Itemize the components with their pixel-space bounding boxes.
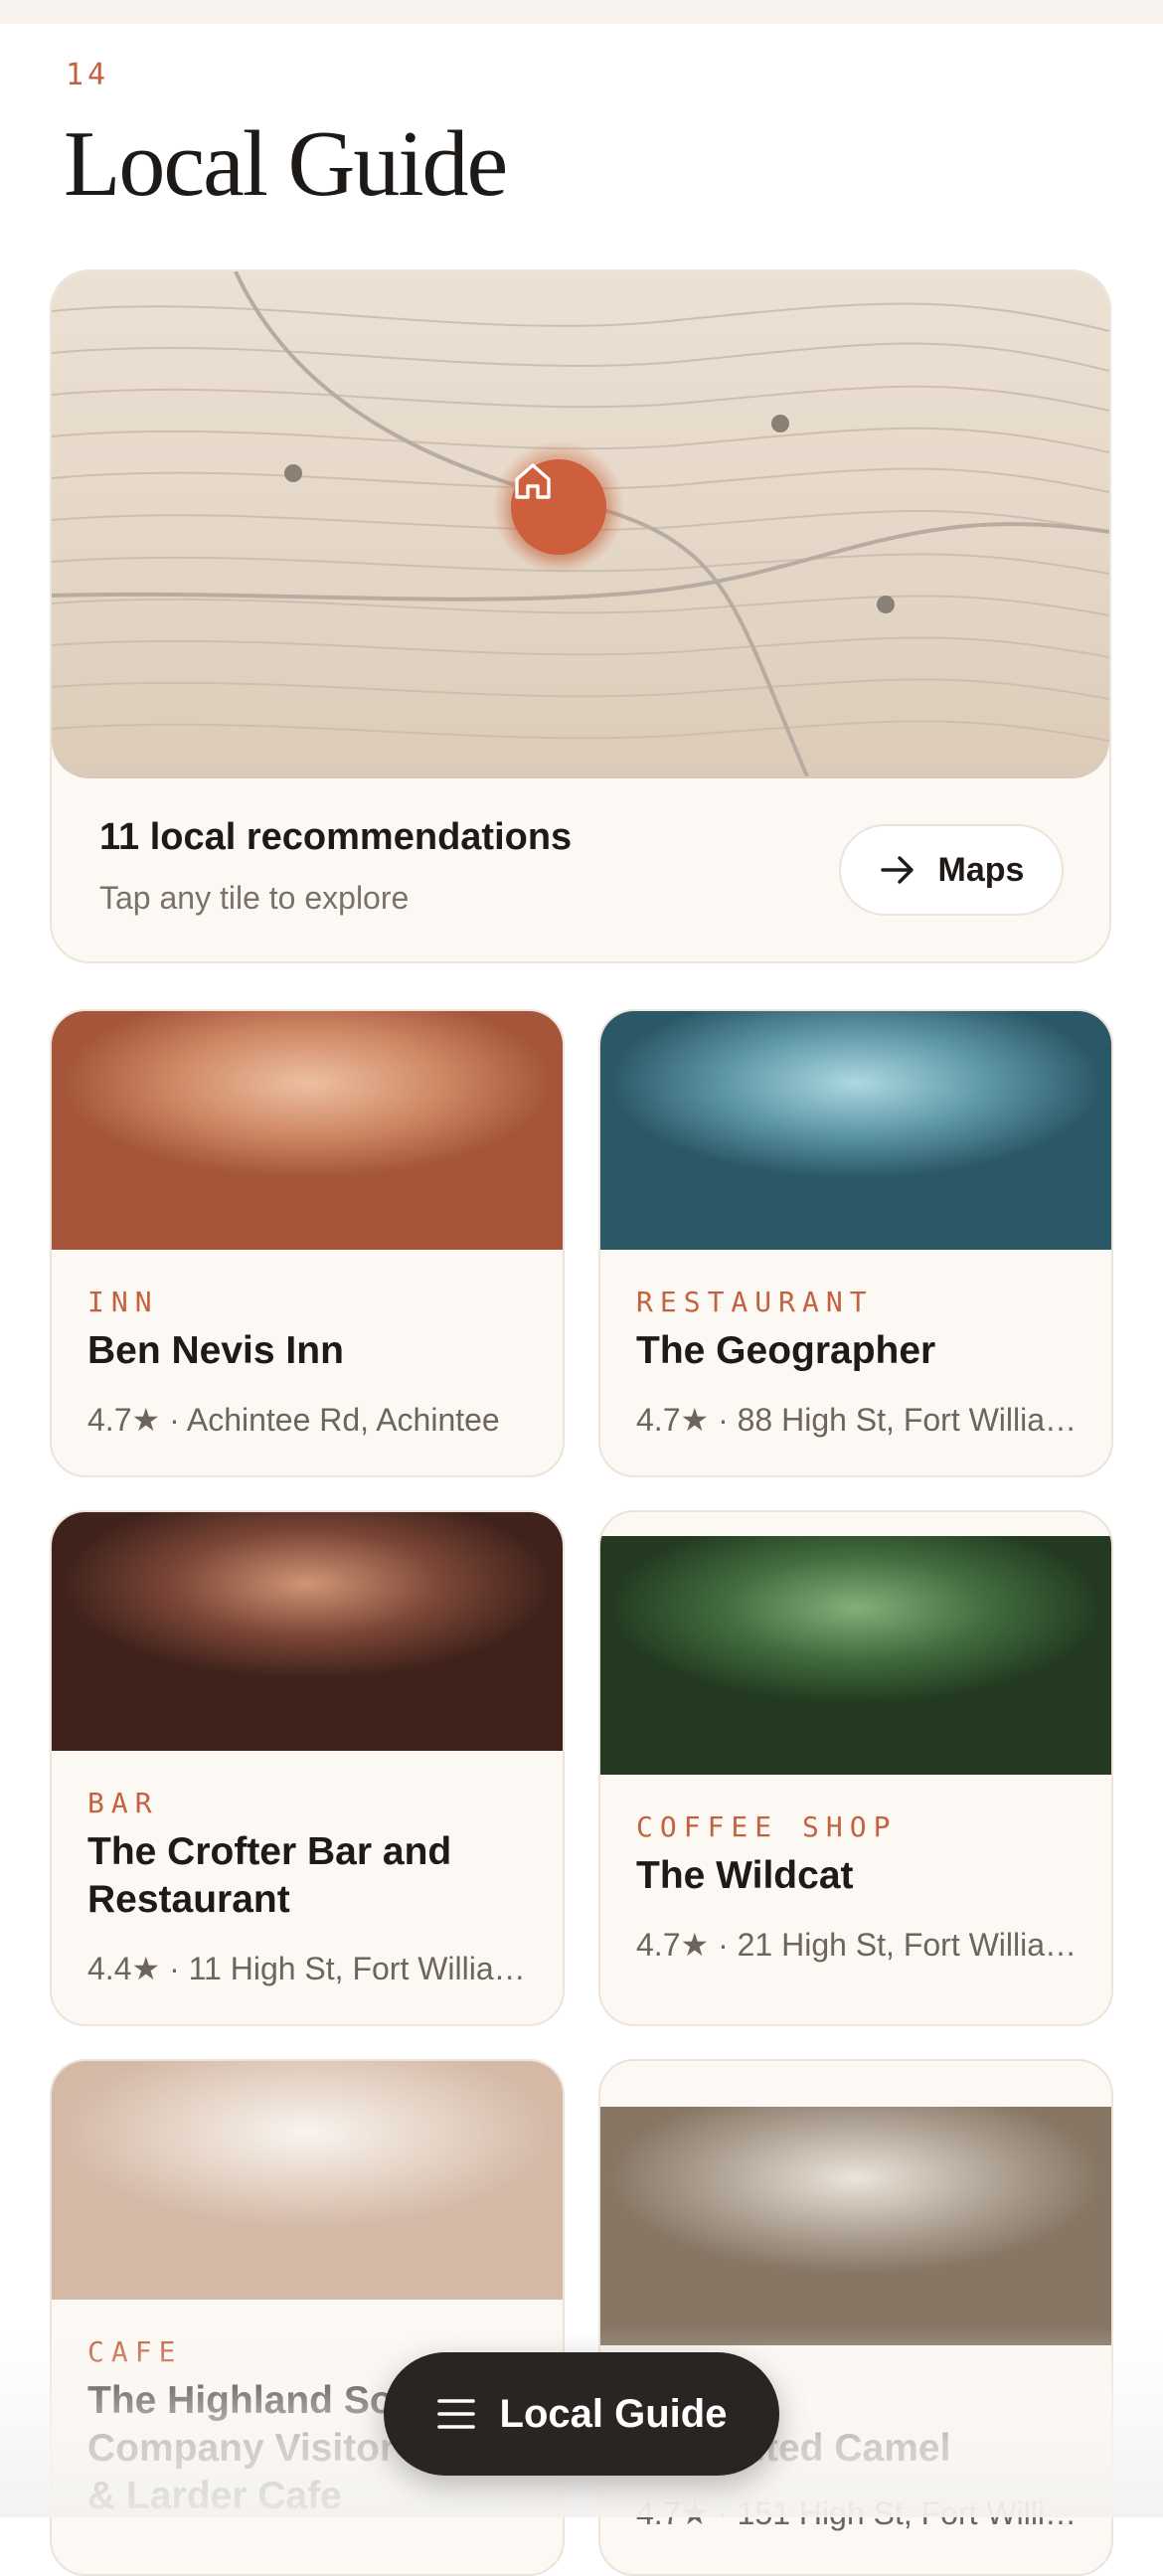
place-card[interactable]: BAR The Crofter Bar and Restaurant 4.4★ …: [50, 1510, 565, 2026]
home-icon: [515, 463, 551, 499]
place-name: The Wildcat: [636, 1854, 854, 1897]
place-rating-address: 4.7★ · 151 High St, Fort William: [636, 2495, 1081, 2531]
map-card[interactable]: 11 local recommendations Tap any tile to…: [50, 269, 1111, 963]
map-preview[interactable]: [52, 271, 1109, 778]
place-card[interactable]: COFFEE SHOP The Wildcat 4.7★ · 21 High S…: [598, 1510, 1113, 2026]
place-card[interactable]: CAFE The Highland Soap Company Visitor C…: [50, 2059, 565, 2576]
place-category: INN: [87, 1286, 159, 1318]
place-name: The Geographer: [636, 1329, 936, 1372]
place-rating-address: 4.7★ · 88 High St, Fort William, PH33 6A…: [636, 1402, 1081, 1438]
place-card[interactable]: INN Ben Nevis Inn 4.7★ · Achintee Rd, Ac…: [50, 1009, 565, 1477]
maps-button-label: Maps: [937, 850, 1025, 889]
map-marker[interactable]: [771, 415, 789, 432]
menu-icon: [436, 2399, 475, 2429]
place-rating-address: 4.7★ · 21 High St, Fort William, PH33 6D…: [636, 1927, 1081, 1963]
status-strip: [0, 0, 1163, 24]
place-card[interactable]: RESTAURANT The Geographer 4.7★ · 88 High…: [598, 1009, 1113, 1477]
place-name: The Crofter Bar and Restaurant: [87, 1830, 452, 1921]
local-guide-menu-button[interactable]: Local Guide: [384, 2352, 779, 2476]
recommendations-count: 11 local recommendations: [99, 816, 573, 858]
place-rating-address: 4.4★ · 11 High St, Fort William, PH33 6D…: [87, 1951, 533, 1986]
place-category: COFFEE SHOP: [636, 1810, 898, 1843]
menu-button-label: Local Guide: [499, 2391, 728, 2436]
place-photo: [600, 2107, 1111, 2345]
maps-button[interactable]: Maps: [839, 824, 1064, 916]
map-marker[interactable]: [877, 596, 895, 613]
place-rating-address: 4.7★ · Achintee Rd, Achintee: [87, 1402, 500, 1438]
place-category: BAR: [87, 1787, 159, 1819]
place-photo: [52, 1011, 563, 1250]
place-photo: [52, 1512, 563, 1751]
place-name: Ben Nevis Inn: [87, 1329, 344, 1372]
place-photo: [600, 1536, 1111, 1775]
home-pin[interactable]: [493, 441, 624, 573]
place-card[interactable]: The Kilted Camel 4.7★ · 151 High St, For…: [598, 2059, 1113, 2576]
place-photo: [600, 1011, 1111, 1250]
page-number: 14: [66, 58, 110, 92]
page-title: Local Guide: [64, 112, 508, 216]
place-category: RESTAURANT: [636, 1286, 874, 1318]
place-photo: [52, 2061, 563, 2300]
place-category: CAFE: [87, 2335, 183, 2368]
recommendations-hint: Tap any tile to explore: [99, 880, 410, 916]
map-marker[interactable]: [284, 464, 302, 482]
arrow-right-icon: [880, 856, 914, 884]
